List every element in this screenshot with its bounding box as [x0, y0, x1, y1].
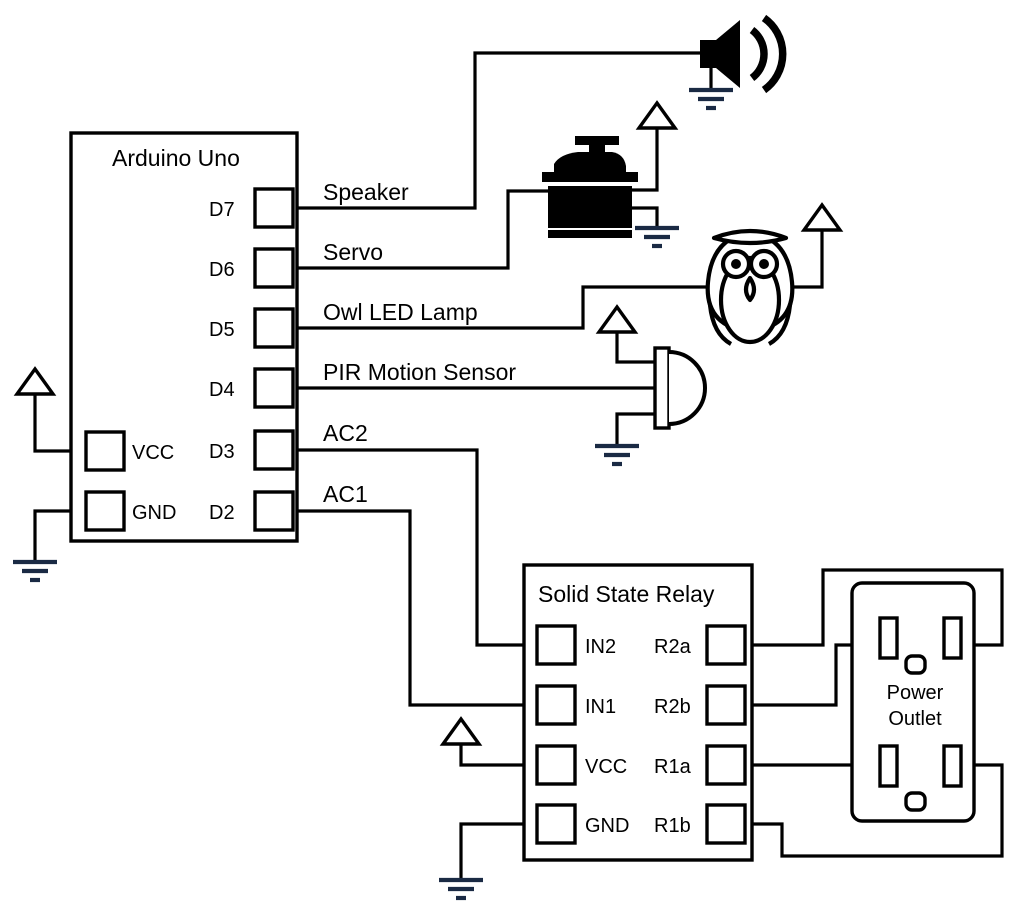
outlet-label-line1: Power — [887, 682, 944, 704]
ground-icon-speaker — [689, 87, 733, 111]
net-label-owl-led-lamp: Owl LED Lamp — [323, 299, 478, 325]
arduino-pin-label-gnd: GND — [132, 502, 176, 524]
owl-icon — [705, 228, 795, 346]
outlet-ground-hole-upper[interactable] — [904, 654, 927, 675]
wire-servo-gnd — [626, 206, 659, 228]
arduino-pin-d5[interactable] — [253, 307, 295, 349]
arduino-uno-block[interactable]: Arduino Uno VCC GND D7 D6 D5 D4 D3 D2 — [69, 131, 299, 543]
vcc-triangle-icon-arduino — [13, 366, 57, 396]
relay-pin-label-gnd: GND — [585, 815, 629, 837]
arduino-pin-d3[interactable] — [253, 429, 295, 471]
servo-motor-icon — [542, 136, 638, 238]
ground-icon-servo — [635, 225, 679, 249]
outlet-ground-hole-lower[interactable] — [904, 791, 927, 812]
outlet-slot-lower-right[interactable] — [942, 744, 963, 788]
outlet-slot-upper-left[interactable] — [878, 616, 899, 660]
relay-pin-label-r2b: R2b — [654, 696, 691, 718]
net-label-speaker: Speaker — [323, 179, 409, 205]
relay-pin-label-vcc: VCC — [585, 756, 627, 778]
pir-dome — [668, 350, 707, 426]
relay-pin-label-r1b: R1b — [654, 815, 691, 837]
relay-pin-label-r2a: R2a — [654, 636, 692, 658]
wire-pir-vcc — [615, 328, 657, 364]
vcc-triangle-icon-owl — [800, 202, 844, 232]
wire-d3-in2 — [295, 448, 539, 647]
net-label-servo: Servo — [323, 239, 383, 265]
relay-pin-r2b[interactable] — [705, 684, 747, 726]
relay-pin-label-in1: IN1 — [585, 696, 616, 718]
arduino-pin-d4[interactable] — [253, 367, 295, 409]
solid-state-relay-block[interactable]: Solid State Relay IN2 IN1 VCC GND R2a R2… — [522, 563, 754, 862]
arduino-pin-label-d7: D7 — [209, 199, 235, 221]
relay-pin-vcc[interactable] — [535, 744, 577, 786]
net-label-pir-motion-sensor: PIR Motion Sensor — [323, 359, 516, 385]
outlet-slot-upper-right[interactable] — [942, 616, 963, 660]
net-label-ac2: AC2 — [323, 420, 368, 446]
arduino-pin-d6[interactable] — [253, 247, 295, 289]
ground-icon-relay — [439, 877, 483, 901]
relay-pin-r1b[interactable] — [705, 803, 747, 845]
arduino-pin-label-d4: D4 — [209, 379, 235, 401]
ground-icon-pir — [595, 443, 639, 467]
vcc-triangle-icon-pir — [595, 304, 639, 334]
relay-pin-label-in2: IN2 — [585, 636, 616, 658]
arduino-pin-gnd[interactable] — [84, 490, 126, 532]
arduino-pin-label-vcc: VCC — [132, 442, 174, 464]
wire-owl-vcc — [788, 225, 824, 289]
vcc-triangle-icon-servo — [635, 100, 679, 130]
arduino-pin-label-d6: D6 — [209, 259, 235, 281]
arduino-pin-vcc[interactable] — [84, 430, 126, 472]
net-label-ac1: AC1 — [323, 481, 368, 507]
arduino-pin-label-d2: D2 — [209, 502, 235, 524]
relay-pin-r1a[interactable] — [705, 744, 747, 786]
arduino-pin-label-d3: D3 — [209, 441, 235, 463]
relay-pin-label-r1a: R1a — [654, 756, 692, 778]
arduino-pin-d7[interactable] — [253, 187, 295, 229]
pir-plate — [653, 346, 671, 430]
arduino-title: Arduino Uno — [112, 145, 240, 171]
pir-dome-icon — [653, 346, 707, 430]
outlet-slot-lower-left[interactable] — [878, 744, 899, 788]
arduino-pin-label-d5: D5 — [209, 319, 235, 341]
outlet-label-line2: Outlet — [888, 708, 942, 730]
relay-pin-gnd[interactable] — [535, 803, 577, 845]
vcc-triangle-icon-relay — [439, 716, 483, 746]
relay-pin-in2[interactable] — [535, 624, 577, 666]
net-label-group: Speaker Servo Owl LED Lamp PIR Motion Se… — [323, 179, 516, 507]
wire-d2-in1 — [295, 509, 539, 707]
relay-title: Solid State Relay — [538, 581, 715, 607]
wire-pir-gnd — [615, 412, 657, 446]
arduino-pin-d2[interactable] — [253, 490, 295, 532]
circuit-diagram-canvas: Arduino Uno VCC GND D7 D6 D5 D4 D3 D2 Sp… — [0, 0, 1019, 909]
relay-pin-r2a[interactable] — [705, 624, 747, 666]
ground-icon-arduino — [13, 559, 57, 583]
relay-pin-in1[interactable] — [535, 684, 577, 726]
power-outlet-block[interactable]: Power Outlet — [850, 581, 976, 823]
